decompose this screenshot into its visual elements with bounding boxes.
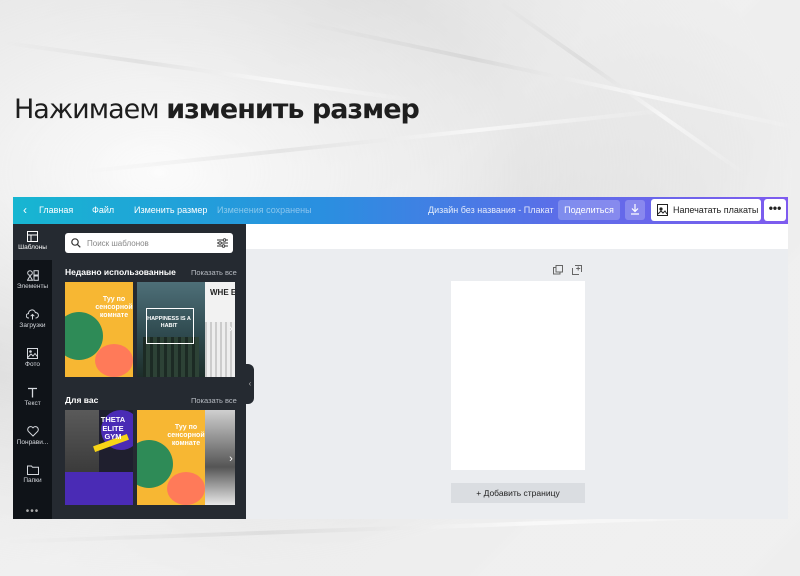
upload-cloud-icon (26, 309, 39, 320)
resize-button[interactable]: Изменить размер (134, 197, 207, 224)
print-label: Напечатать плакаты (673, 205, 759, 215)
rail-label: Понрави... (16, 439, 49, 446)
thumbnail-text: Туу по сенсорной комнате (167, 424, 205, 447)
rail-item-elements[interactable]: Элементы (13, 263, 52, 299)
top-toolbar: ‹ Главная Файл Изменить размер Изменения… (13, 197, 788, 224)
recent-show-all-link[interactable]: Показать все (191, 268, 237, 277)
thumbnail-text: THETA ELITE GYM (100, 415, 126, 441)
design-title[interactable]: Дизайн без названия - Плакат (428, 197, 554, 224)
photo-icon (27, 348, 38, 359)
thumbnail-text: HAPPINESS IS A HABIT (147, 316, 191, 329)
rail-item-text[interactable]: Текст (13, 380, 52, 416)
editor-window: ‹ Главная Файл Изменить размер Изменения… (13, 197, 788, 519)
paper-crease (497, 0, 746, 176)
rail-item-likes[interactable]: Понрави... (13, 419, 52, 455)
template-search (65, 233, 233, 253)
side-rail: Шаблоны Элементы Загрузки Фото Текст Пон… (13, 224, 52, 519)
rail-label: Загрузки (19, 322, 46, 329)
editor-subbar (246, 224, 788, 249)
more-options-button[interactable]: ••• (764, 199, 786, 221)
rail-item-uploads[interactable]: Загрузки (13, 302, 52, 338)
rail-item-photos[interactable]: Фото (13, 341, 52, 377)
folder-icon (26, 465, 39, 475)
download-button[interactable] (625, 200, 645, 220)
download-icon (631, 204, 639, 215)
template-thumbnail[interactable]: HAPPINESS IS A HABIT (137, 282, 205, 377)
heart-icon (26, 426, 39, 437)
rail-label: Фото (25, 361, 40, 368)
design-page[interactable] (451, 281, 585, 470)
rail-item-templates[interactable]: Шаблоны (13, 224, 52, 260)
share-button[interactable]: Поделиться (558, 200, 620, 220)
template-thumbnail[interactable]: Туу по сенсорной комнате (137, 410, 205, 505)
rail-more-button[interactable]: ••• (13, 506, 52, 517)
for-you-section-title: Для вас (65, 395, 99, 405)
recent-next-arrow[interactable]: › (226, 318, 236, 340)
thumbnail-text: WHE ELE (210, 288, 235, 297)
heading-normal: Нажимаем (14, 94, 167, 125)
print-posters-button[interactable]: Напечатать плакаты (651, 199, 761, 221)
rail-label: Элементы (16, 283, 49, 290)
text-icon (28, 387, 37, 398)
duplicate-page-icon[interactable] (553, 265, 563, 275)
rail-label: Текст (24, 400, 41, 407)
rail-label: Шаблоны (18, 244, 47, 251)
template-thumbnail[interactable]: Туу по сенсорной комнате (65, 282, 133, 377)
save-status: Изменения сохранены (217, 205, 312, 215)
print-icon (657, 204, 668, 216)
add-page-button[interactable]: + Добавить страницу (451, 483, 585, 503)
rail-label: Папки (23, 477, 42, 484)
heading-bold: изменить размер (166, 94, 420, 125)
file-menu[interactable]: Файл (92, 197, 114, 224)
for-you-next-arrow[interactable]: › (226, 448, 236, 470)
rail-item-folders[interactable]: Папки (13, 458, 52, 494)
chevron-left-icon[interactable]: ‹ (23, 197, 27, 224)
elements-icon (26, 270, 39, 281)
filter-icon[interactable] (217, 238, 228, 248)
for-you-show-all-link[interactable]: Показать все (191, 396, 237, 405)
thumbnail-text: Туу по сенсорной комнате (95, 296, 133, 319)
template-thumbnail[interactable]: THETA ELITE GYM (65, 410, 133, 505)
search-icon (71, 238, 81, 248)
slide-heading: Нажимаем изменить размер (14, 94, 420, 125)
templates-icon (27, 231, 38, 242)
home-link[interactable]: Главная (39, 197, 73, 224)
search-input[interactable] (87, 236, 207, 250)
templates-panel: Недавно использованные Показать все Туу … (52, 224, 246, 519)
recent-section-title: Недавно использованные (65, 267, 176, 277)
collapse-panel-handle[interactable]: ‹ (246, 364, 254, 404)
add-page-icon[interactable] (572, 265, 582, 275)
